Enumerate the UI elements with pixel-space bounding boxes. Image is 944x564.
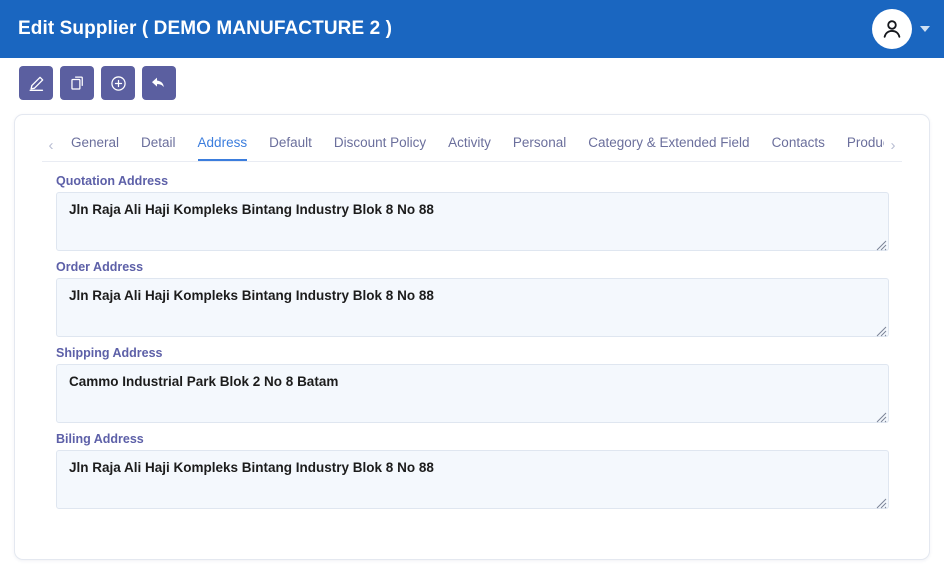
- duplicate-button[interactable]: [60, 66, 94, 100]
- order-address-field: Order Address: [56, 260, 889, 337]
- tab-personal[interactable]: Personal: [513, 133, 566, 161]
- plus-circle-icon: [109, 74, 128, 93]
- tabs-scroll-prev[interactable]: ‹: [42, 133, 60, 161]
- pencil-icon: [27, 74, 46, 93]
- user-icon: [879, 16, 905, 42]
- shipping-address-input-wrap: [56, 364, 889, 423]
- tab-activity[interactable]: Activity: [448, 133, 491, 161]
- quotation-address-input-wrap: [56, 192, 889, 251]
- shipping-address-input[interactable]: [56, 364, 889, 423]
- address-form: Quotation Address Order Address Shipping A…: [15, 162, 929, 509]
- order-address-label: Order Address: [56, 260, 144, 274]
- tab-default[interactable]: Default: [269, 133, 312, 161]
- biling-address-input[interactable]: [56, 450, 889, 509]
- chevron-down-icon[interactable]: [920, 26, 930, 32]
- app-header: Edit Supplier ( DEMO MANUFACTURE 2 ): [0, 0, 944, 58]
- page-title: Edit Supplier ( DEMO MANUFACTURE 2 ): [18, 18, 393, 39]
- avatar[interactable]: [872, 9, 912, 49]
- undo-arrow-icon: [149, 73, 169, 93]
- header-account-area[interactable]: [872, 9, 930, 49]
- tab-address[interactable]: Address: [197, 133, 248, 161]
- back-button[interactable]: [142, 66, 176, 100]
- tab-bar: ‹ General Detail Address Default Discount Po…: [42, 115, 902, 162]
- supplier-edit-card: ‹ General Detail Address Default Discount Po…: [14, 114, 930, 560]
- tab-product-category[interactable]: Product Category: [847, 133, 884, 161]
- shipping-address-label: Shipping Address: [56, 346, 163, 360]
- biling-address-input-wrap: [56, 450, 889, 509]
- quotation-address-label: Quotation Address: [56, 174, 169, 188]
- tabs-scroll-next[interactable]: ›: [884, 133, 902, 161]
- tab-list: General Detail Address Default Discount Poli…: [60, 133, 884, 161]
- quotation-address-input[interactable]: [56, 192, 889, 251]
- tab-general[interactable]: General: [71, 133, 119, 161]
- order-address-input-wrap: [56, 278, 889, 337]
- tab-detail[interactable]: Detail: [141, 133, 176, 161]
- quotation-address-field: Quotation Address: [56, 174, 889, 251]
- tab-category-extended-field[interactable]: Category & Extended Field: [588, 133, 749, 161]
- add-button[interactable]: [101, 66, 135, 100]
- shipping-address-field: Shipping Address: [56, 346, 889, 423]
- tab-contacts[interactable]: Contacts: [772, 133, 825, 161]
- tab-discount-policy[interactable]: Discount Policy: [334, 133, 426, 161]
- edit-button[interactable]: [19, 66, 53, 100]
- order-address-input[interactable]: [56, 278, 889, 337]
- copy-icon: [68, 74, 87, 93]
- action-toolbar: [0, 58, 944, 108]
- biling-address-field: Biling Address: [56, 432, 889, 509]
- biling-address-label: Biling Address: [56, 432, 144, 446]
